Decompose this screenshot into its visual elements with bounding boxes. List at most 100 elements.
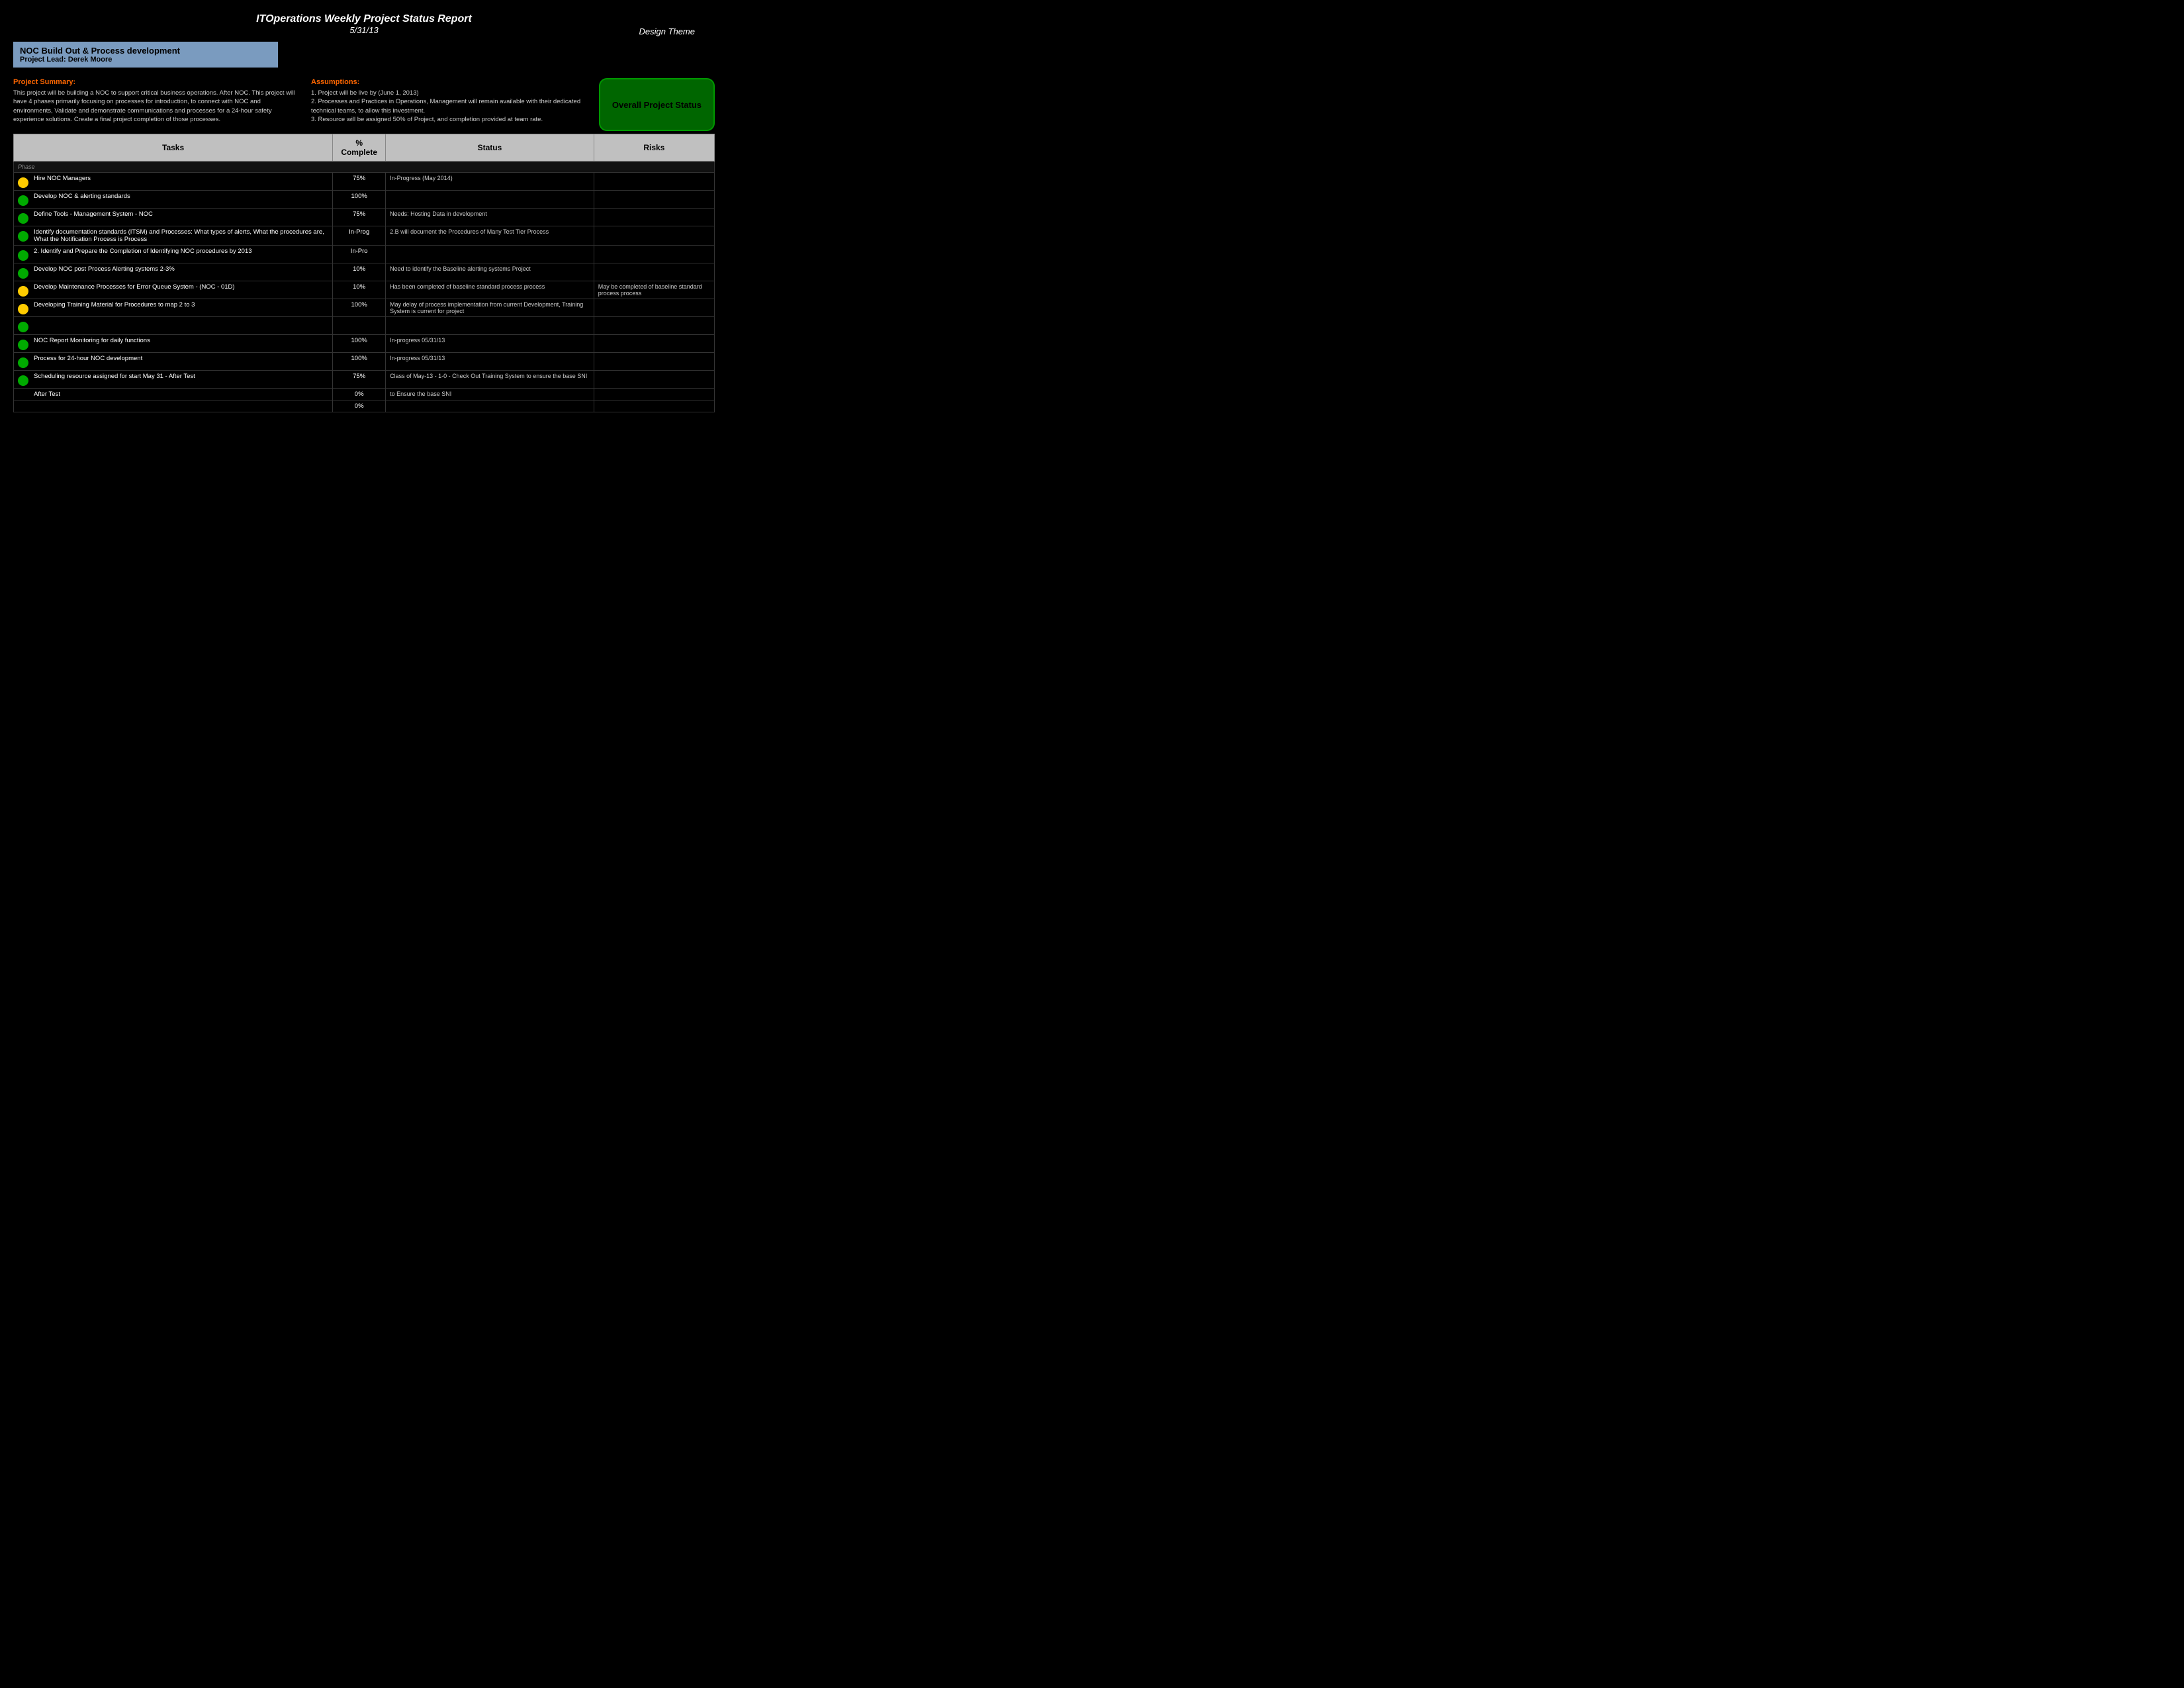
task-label: NOC Report Monitoring for daily function…	[34, 337, 150, 344]
risks-cell	[594, 246, 714, 263]
table-header-row: Tasks % Complete Status Risks	[14, 134, 715, 162]
task-cell: Process for 24-hour NOC development	[14, 353, 333, 371]
task-label: Develop NOC & alerting standards	[34, 193, 130, 200]
pct-cell: 0%	[333, 389, 386, 400]
task-cell: Develop Maintenance Processes for Error …	[14, 281, 333, 299]
col-pct: % Complete	[333, 134, 386, 162]
task-cell: Hire NOC Managers	[14, 173, 333, 191]
company-logo: Design Theme	[639, 26, 695, 36]
tasks-table-container: Tasks % Complete Status Risks Phase Hire…	[13, 134, 715, 412]
task-label: Process for 24-hour NOC development	[34, 355, 142, 362]
task-cell: Identify documentation standards (ITSM) …	[14, 226, 333, 246]
group-label: Phase	[14, 162, 715, 173]
page-subtitle: 5/31/13	[13, 25, 715, 35]
task-label: Develop NOC post Process Alerting system…	[34, 265, 175, 273]
table-row: Define Tools - Management System - NOC 7…	[14, 209, 715, 226]
status-cell	[386, 400, 594, 412]
table-row: Process for 24-hour NOC development 100%…	[14, 353, 715, 371]
task-cell: Define Tools - Management System - NOC	[14, 209, 333, 226]
task-cell: 2. Identify and Prepare the Completion o…	[14, 246, 333, 263]
project-header-section: NOC Build Out & Process development Proj…	[13, 42, 715, 71]
task-label: 2. Identify and Prepare the Completion o…	[34, 248, 252, 255]
risks-cell	[594, 173, 714, 191]
pct-cell: 100%	[333, 299, 386, 317]
task-cell: Develop NOC & alerting standards	[14, 191, 333, 209]
status-dot-yellow	[18, 286, 28, 297]
status-dot-green	[18, 231, 28, 242]
status-cell: to Ensure the base SNI	[386, 389, 594, 400]
assumption-2: 2. Processes and Practices in Operations…	[311, 97, 596, 115]
task-label: Developing Training Material for Procedu…	[34, 301, 195, 308]
status-dot-yellow	[18, 177, 28, 188]
task-label: Define Tools - Management System - NOC	[34, 211, 153, 218]
risks-cell	[594, 226, 714, 246]
risks-cell	[594, 209, 714, 226]
project-header-box: NOC Build Out & Process development Proj…	[13, 42, 278, 68]
task-cell: NOC Report Monitoring for daily function…	[14, 335, 333, 353]
status-dot-green	[18, 340, 28, 350]
risks-cell	[594, 335, 714, 353]
col-status: Status	[386, 134, 594, 162]
table-row: 0%	[14, 400, 715, 412]
task-cell: Developing Training Material for Procedu…	[14, 299, 333, 317]
task-label: Scheduling resource assigned for start M…	[34, 373, 195, 380]
project-summary-title: Project Summary:	[13, 78, 298, 86]
status-cell: In-progress 05/31/13	[386, 335, 594, 353]
assumption-1: 1. Project will be live by (June 1, 2013…	[311, 89, 596, 97]
table-row: Develop Maintenance Processes for Error …	[14, 281, 715, 299]
table-row: Scheduling resource assigned for start M…	[14, 371, 715, 389]
assumptions-items: 1. Project will be live by (June 1, 2013…	[311, 89, 596, 124]
task-label: Develop Maintenance Processes for Error …	[34, 283, 235, 291]
status-dot-green	[18, 195, 28, 206]
table-row: Develop NOC & alerting standards 100%	[14, 191, 715, 209]
table-row: Develop NOC post Process Alerting system…	[14, 263, 715, 281]
assumption-3: 3. Resource will be assigned 50% of Proj…	[311, 115, 596, 124]
status-dot-green	[18, 357, 28, 368]
task-label: Hire NOC Managers	[34, 175, 91, 182]
pct-cell: 100%	[333, 353, 386, 371]
status-cell: May delay of process implementation from…	[386, 299, 594, 317]
status-dot-green	[18, 213, 28, 224]
table-row	[14, 317, 715, 335]
status-cell: Has been completed of baseline standard …	[386, 281, 594, 299]
table-row: NOC Report Monitoring for daily function…	[14, 335, 715, 353]
risks-cell	[594, 317, 714, 335]
risks-cell	[594, 191, 714, 209]
pct-cell: 75%	[333, 173, 386, 191]
pct-cell: 0%	[333, 400, 386, 412]
status-dot-green	[18, 375, 28, 386]
col-tasks: Tasks	[14, 134, 333, 162]
status-cell	[386, 191, 594, 209]
status-dot-green	[18, 268, 28, 279]
table-row: Developing Training Material for Procedu…	[14, 299, 715, 317]
page-title: ITOperations Weekly Project Status Repor…	[13, 13, 715, 25]
table-row: After Test 0% to Ensure the base SNI	[14, 389, 715, 400]
status-dot-green	[18, 322, 28, 332]
risks-cell	[594, 371, 714, 389]
task-cell	[14, 400, 333, 412]
assumptions-title: Assumptions:	[311, 78, 596, 86]
risks-cell	[594, 389, 714, 400]
project-lead: Project Lead: Derek Moore	[20, 56, 271, 64]
table-row: 2. Identify and Prepare the Completion o…	[14, 246, 715, 263]
status-cell: Needs: Hosting Data in development	[386, 209, 594, 226]
status-cell: 2.B will document the Procedures of Many…	[386, 226, 594, 246]
task-cell: Develop NOC post Process Alerting system…	[14, 263, 333, 281]
status-cell: Need to identify the Baseline alerting s…	[386, 263, 594, 281]
status-cell: In-progress 05/31/13	[386, 353, 594, 371]
col-risks: Risks	[594, 134, 714, 162]
status-dot-green	[18, 250, 28, 261]
content-area: Project Summary: This project will be bu…	[13, 78, 715, 124]
risks-cell	[594, 400, 714, 412]
task-cell: After Test	[14, 389, 333, 400]
page-header: ITOperations Weekly Project Status Repor…	[13, 13, 715, 35]
pct-cell	[333, 317, 386, 335]
status-cell: Class of May-13 - 1-0 - Check Out Traini…	[386, 371, 594, 389]
task-cell: Scheduling resource assigned for start M…	[14, 371, 333, 389]
risks-cell	[594, 263, 714, 281]
overall-status-box: Overall Project Status	[599, 78, 715, 131]
status-dot-yellow	[18, 304, 28, 314]
pct-cell: 75%	[333, 209, 386, 226]
table-group-row: Phase	[14, 162, 715, 173]
task-cell	[14, 317, 333, 335]
